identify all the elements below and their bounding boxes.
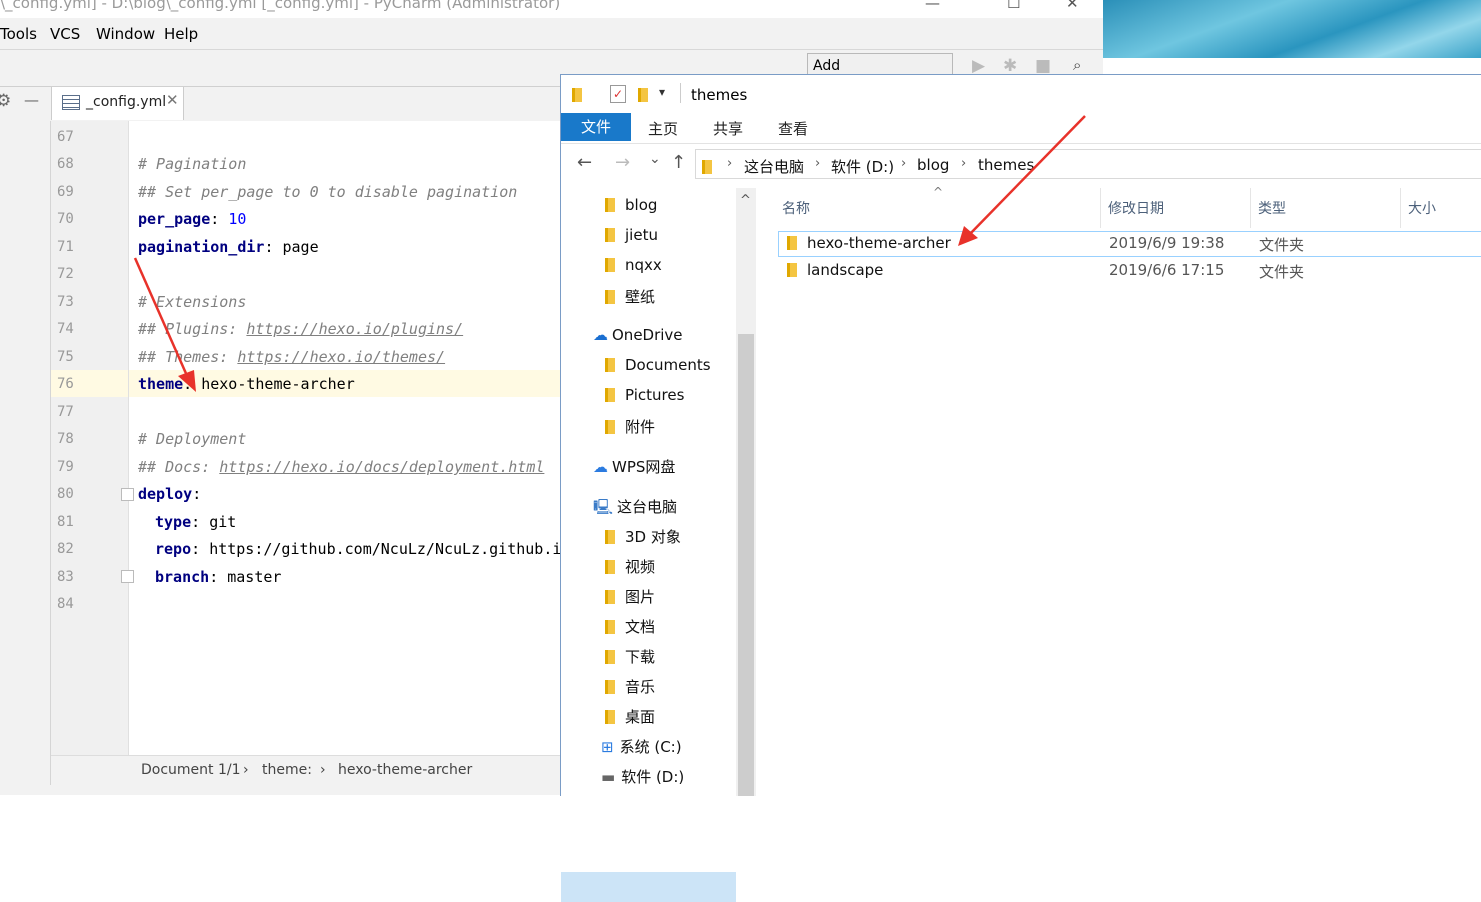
annotation-arrow-editor <box>133 257 196 392</box>
nav-selection-highlight <box>561 872 736 902</box>
annotation-arrow-explorer <box>958 115 1086 246</box>
annotation-arrows <box>133 115 1086 392</box>
